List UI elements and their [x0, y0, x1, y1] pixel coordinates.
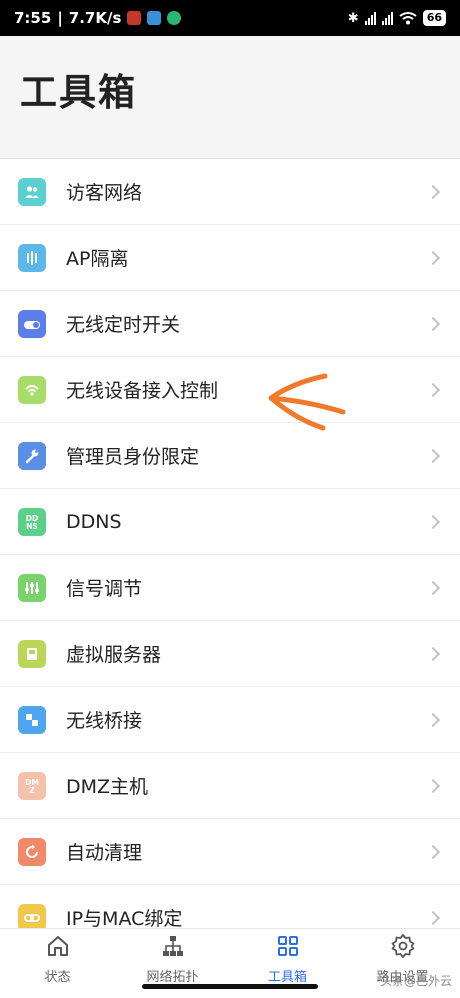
tool-row[interactable]: 自动清理	[0, 819, 460, 885]
wifi-status-icon	[399, 12, 417, 25]
tool-label: 管理员身份限定	[66, 446, 200, 468]
svg-text:NS: NS	[26, 522, 38, 531]
status-separator: |	[57, 9, 63, 27]
tool-row[interactable]: 无线桥接	[0, 687, 460, 753]
tool-row[interactable]: 无线设备接入控制	[0, 357, 460, 423]
wireless-bridge-icon	[18, 705, 46, 734]
guest-users-icon	[18, 177, 46, 206]
chevron-right-icon	[425, 514, 441, 529]
chevron-right-icon	[425, 184, 441, 199]
auto-clean-icon	[18, 837, 46, 866]
home-icon	[45, 933, 71, 963]
tab-label: 网络拓扑	[146, 970, 199, 985]
tab-label: 工具箱	[267, 970, 307, 985]
watermark: 头条@巴外云	[379, 974, 452, 988]
svg-text:Z: Z	[29, 786, 35, 795]
tool-row[interactable]: DD NS DDNS	[0, 489, 460, 555]
gear-icon	[390, 933, 416, 963]
bluetooth-icon: ✱	[347, 10, 359, 26]
tool-row[interactable]: 访客网络	[0, 159, 460, 225]
tab-label: 状态	[44, 970, 71, 985]
ddns-icon: DD NS	[18, 507, 46, 536]
tool-row[interactable]: 虚拟服务器	[0, 621, 460, 687]
chevron-right-icon	[425, 316, 441, 331]
tool-row[interactable]: 管理员身份限定	[0, 423, 460, 489]
page-title: 工具箱	[20, 71, 137, 114]
admin-wrench-icon	[18, 441, 46, 470]
tool-label: 自动清理	[66, 842, 143, 864]
tab-item[interactable]: 状态	[0, 929, 115, 998]
wifi-access-control-icon	[18, 375, 46, 404]
tool-list: 访客网络 AP隔离无线定时开关无线设备接入控制 管理员身份限定 DD NS DDNS 信号调…	[0, 158, 460, 929]
app-notification-icon	[127, 11, 142, 25]
topology-icon	[160, 933, 186, 963]
tool-label: 访客网络	[66, 182, 143, 204]
virtual-server-icon	[18, 639, 46, 668]
home-indicator[interactable]	[142, 984, 318, 989]
chevron-right-icon	[425, 448, 441, 463]
tool-label: AP隔离	[66, 248, 129, 270]
tool-row[interactable]: IP与MAC绑定	[0, 885, 460, 929]
phone-notification-icon	[167, 11, 182, 25]
chevron-right-icon	[425, 580, 441, 595]
status-bar: 7:55 | 7.7K/s ✱ 66	[0, 0, 460, 36]
tool-label: 无线定时开关	[66, 314, 181, 336]
tool-label: IP与MAC绑定	[66, 908, 183, 929]
wifi-timer-toggle-icon	[18, 309, 46, 338]
cell-signal-2-icon	[381, 11, 393, 25]
network-speed: 7.7K/s	[68, 9, 122, 27]
tool-label: 信号调节	[66, 578, 143, 600]
tool-label: 无线设备接入控制	[66, 380, 219, 402]
tool-label: 无线桥接	[66, 710, 143, 732]
tool-row[interactable]: AP隔离	[0, 225, 460, 291]
toolbox-grid-icon	[275, 933, 301, 963]
tool-label: DMZ主机	[66, 776, 149, 798]
tool-label: DDNS	[66, 510, 122, 533]
chevron-right-icon	[425, 382, 441, 397]
chevron-right-icon	[425, 778, 441, 793]
tool-label: 虚拟服务器	[66, 644, 162, 666]
tool-row[interactable]: 信号调节	[0, 555, 460, 621]
chevron-right-icon	[425, 910, 441, 925]
status-right: ✱ 66	[348, 10, 446, 26]
chevron-right-icon	[425, 646, 441, 661]
tool-row[interactable]: DM Z DMZ主机	[0, 753, 460, 819]
status-left: 7:55 | 7.7K/s	[14, 9, 182, 27]
battery-indicator: 66	[422, 10, 446, 26]
chevron-right-icon	[425, 844, 441, 859]
ap-isolation-icon	[18, 243, 46, 272]
tool-row[interactable]: 无线定时开关	[0, 291, 460, 357]
cell-signal-1-icon	[364, 11, 376, 25]
dmz-host-icon: DM Z	[18, 771, 46, 800]
status-time: 7:55	[14, 9, 52, 27]
ip-mac-bind-icon	[18, 903, 46, 929]
chevron-right-icon	[425, 250, 441, 265]
signal-adjust-icon	[18, 573, 46, 602]
cloud-notification-icon	[147, 11, 162, 25]
chevron-right-icon	[425, 712, 441, 727]
